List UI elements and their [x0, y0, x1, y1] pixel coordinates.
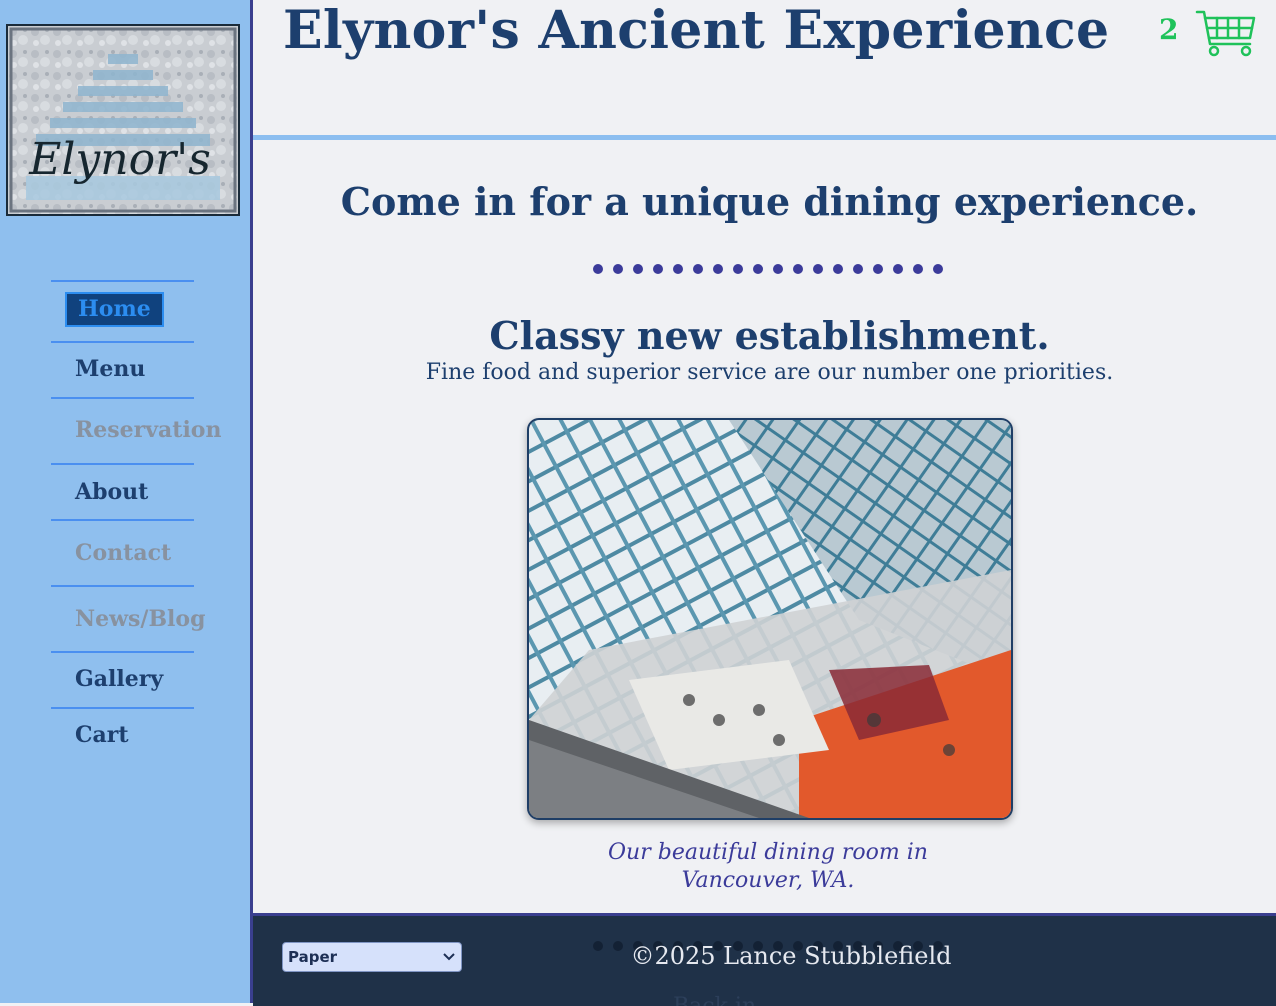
main-content: Come in for a unique dining experience. …	[253, 140, 1276, 913]
nav-item-label: News/Blog	[75, 606, 206, 632]
tagline: Come in for a unique dining experience.	[340, 179, 1199, 224]
site-title: Elynor's Ancient Experience	[283, 0, 1110, 61]
nav-item-label: Reservation	[75, 417, 222, 443]
nav-item-label[interactable]: Gallery	[75, 666, 163, 692]
main-nav: Home Menu Reservation About Contact News…	[51, 280, 221, 763]
photo-caption: Our beautiful dining room in Vancouver, …	[608, 840, 928, 893]
nav-item-menu[interactable]: Menu	[51, 343, 194, 399]
dot-divider	[593, 264, 953, 276]
cart-icon[interactable]	[1195, 9, 1257, 59]
cart-count-badge[interactable]: 2	[1159, 13, 1178, 46]
nav-item-label[interactable]: Cart	[75, 722, 129, 748]
nav-item-news-blog: News/Blog	[51, 587, 205, 653]
nav-item-home[interactable]: Home	[51, 282, 194, 343]
nav-item-contact: Contact	[51, 521, 194, 587]
section-text: Fine food and superior service are our n…	[425, 360, 1114, 385]
page-footer: Paper ©2025 Lance Stubblefield Back in	[253, 913, 1276, 1006]
nav-item-gallery[interactable]: Gallery	[51, 653, 194, 709]
section-heading: Classy new establishment.	[489, 313, 1050, 358]
page-header: Elynor's Ancient Experience 2	[253, 0, 1276, 140]
nav-item-label[interactable]: Home	[65, 292, 164, 327]
logo-image: Elynor's	[8, 26, 238, 214]
nav-item-label[interactable]: About	[75, 479, 148, 505]
footer-faded-text: Back in	[673, 994, 756, 1006]
copyright-text: ©2025 Lance Stubblefield	[630, 942, 952, 970]
nav-item-label: Contact	[75, 540, 172, 566]
nav-item-label[interactable]: Menu	[75, 356, 145, 382]
dining-room-photo	[527, 418, 1013, 820]
dining-room-image	[529, 420, 1011, 818]
nav-item-about[interactable]: About	[51, 465, 194, 521]
nav-item-cart[interactable]: Cart	[51, 709, 194, 763]
site-logo[interactable]: Elynor's	[6, 24, 240, 216]
nav-item-reservation: Reservation	[51, 399, 221, 465]
logo-text: Elynor's	[28, 134, 211, 185]
sidebar: Elynor's Home Menu Reservation About Con…	[0, 0, 253, 1003]
